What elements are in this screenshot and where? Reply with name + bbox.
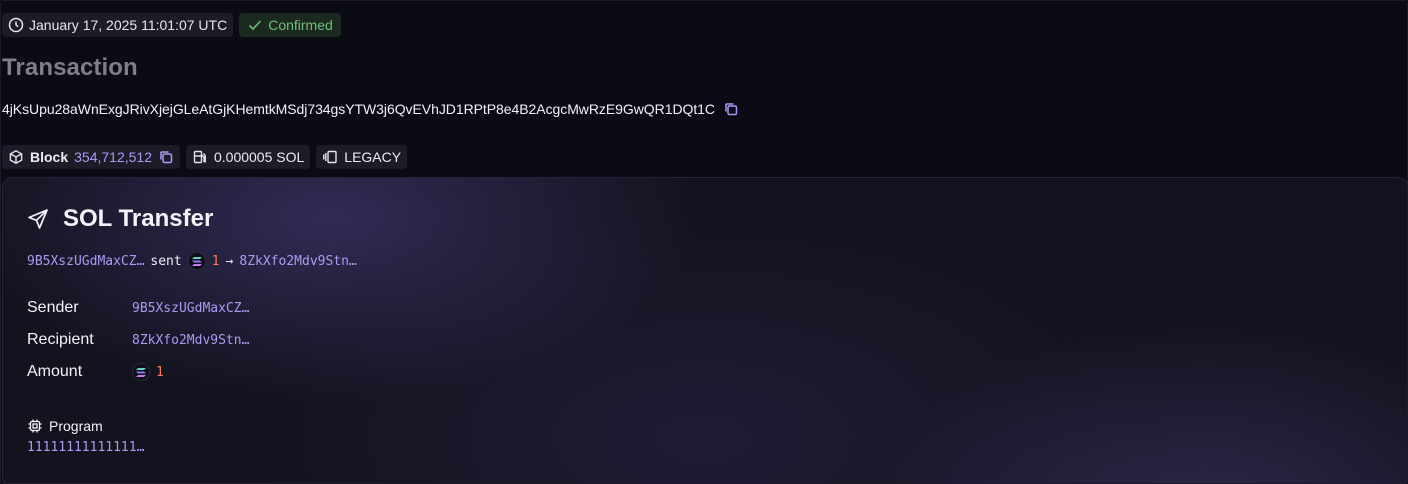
sender-address-link[interactable]: 9B5XszUGdMaxCZ…: [132, 301, 249, 316]
card-header: SOL Transfer: [27, 205, 213, 233]
program-address-link[interactable]: 11111111111111…: [27, 440, 144, 455]
program-section: Program 11111111111111…: [27, 418, 144, 455]
fee-value: 0.000005 SOL: [213, 149, 305, 165]
amount-value: 1: [132, 363, 164, 381]
solana-icon: [132, 363, 150, 381]
solana-icon: [187, 252, 206, 270]
copy-icon: [158, 149, 174, 165]
fee-chip: 0.000005 SOL: [185, 145, 311, 169]
summary-verb: sent: [150, 253, 182, 269]
recipient-address-link[interactable]: 8ZkXfo2Mdv9Stn…: [132, 333, 249, 348]
layers-icon: [322, 149, 338, 165]
instruction-card: SOL Transfer 9B5XszUGdMaxCZ… sent 1 → 8Z…: [2, 177, 1407, 483]
signature-row: 4jKsUpu28aWnExgJRivXjejGLeAtGjKHemtkMSdj…: [2, 101, 739, 117]
transaction-page: January 17, 2025 11:01:07 UTC Confirmed …: [0, 0, 1408, 484]
transaction-signature[interactable]: 4jKsUpu28aWnExgJRivXjejGLeAtGjKHemtkMSdj…: [2, 101, 715, 117]
detail-row-recipient: Recipient 8ZkXfo2Mdv9Stn…: [27, 324, 249, 356]
transaction-chips: Block 354,712,512 0.000005 SOL LEGACY: [2, 145, 408, 169]
program-label: Program: [49, 418, 103, 434]
check-icon: [247, 17, 263, 33]
block-chip: Block 354,712,512: [2, 145, 180, 169]
block-number-link[interactable]: 354,712,512: [74, 149, 152, 165]
detail-label: Recipient: [27, 331, 94, 348]
timestamp-text: January 17, 2025 11:01:07 UTC: [29, 17, 228, 33]
detail-row-amount: Amount 1: [27, 356, 249, 388]
cpu-icon: [27, 418, 43, 434]
card-title: SOL Transfer: [63, 205, 214, 232]
fuel-icon: [192, 149, 208, 165]
program-header: Program: [27, 418, 144, 434]
amount-number: 1: [156, 364, 164, 380]
detail-label: Amount: [27, 363, 83, 380]
summary-recipient-link[interactable]: 8ZkXfo2Mdv9Stn…: [239, 254, 356, 269]
transaction-meta: January 17, 2025 11:01:07 UTC Confirmed: [2, 13, 341, 37]
arrow-icon: →: [225, 253, 234, 269]
detail-row-sender: Sender 9B5XszUGdMaxCZ…: [27, 292, 249, 324]
version-chip: LEGACY: [316, 145, 408, 169]
copy-block-button[interactable]: [158, 149, 174, 165]
cube-icon: [8, 149, 24, 165]
version-value: LEGACY: [344, 149, 402, 165]
page-title: Transaction: [2, 54, 138, 81]
summary-sender-link[interactable]: 9B5XszUGdMaxCZ…: [27, 254, 144, 269]
copy-signature-button[interactable]: [723, 101, 739, 117]
transfer-details: Sender 9B5XszUGdMaxCZ… Recipient 8ZkXfo2…: [27, 292, 249, 388]
timestamp-badge: January 17, 2025 11:01:07 UTC: [2, 13, 234, 37]
send-icon: [27, 208, 49, 230]
copy-icon: [723, 101, 739, 117]
detail-label: Sender: [27, 299, 79, 316]
summary-amount: 1: [211, 253, 220, 269]
status-badge: Confirmed: [239, 13, 341, 37]
transfer-summary: 9B5XszUGdMaxCZ… sent 1 → 8ZkXfo2Mdv9Stn…: [27, 252, 357, 270]
block-label: Block: [30, 149, 69, 165]
status-text: Confirmed: [268, 17, 333, 33]
clock-icon: [8, 17, 24, 33]
